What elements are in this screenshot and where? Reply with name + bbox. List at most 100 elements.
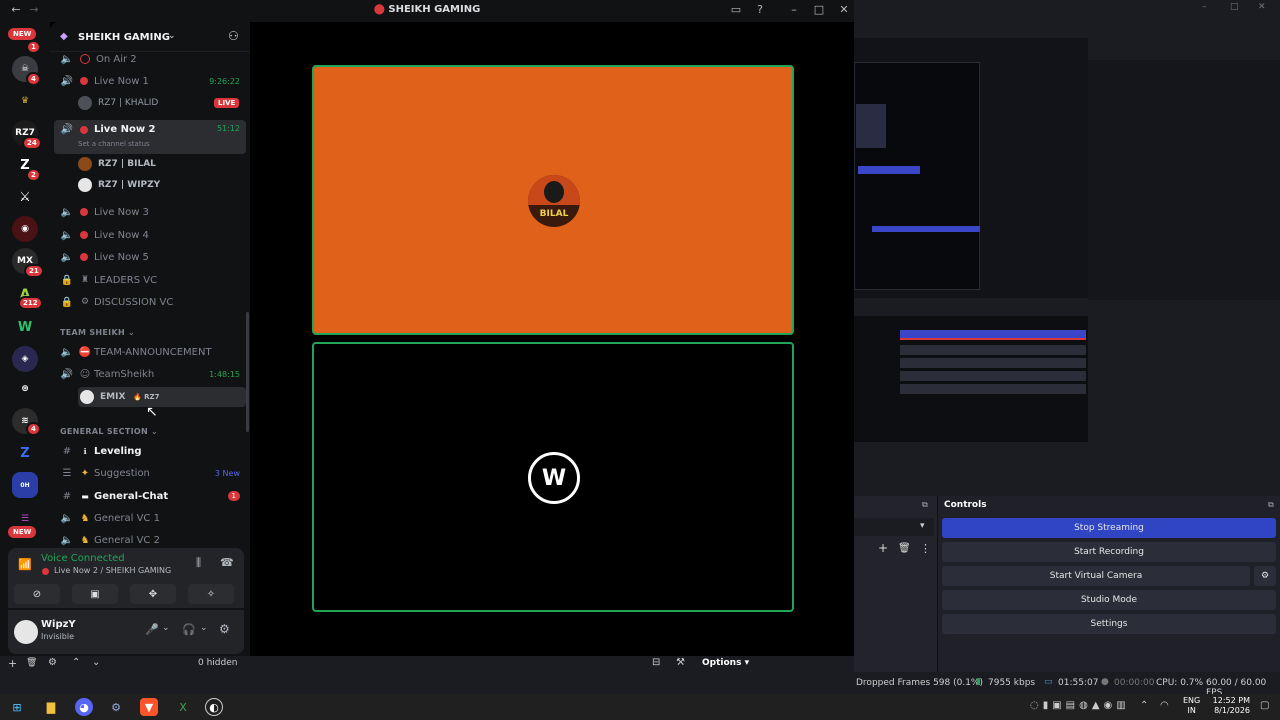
channel-live-now-2[interactable]: 🔊 Live Now 2 51:12 [54,120,246,154]
server-header[interactable]: ◆ SHEIKH GAMING ⌄ ⚇ [50,22,250,52]
category-general-section[interactable]: GENERAL SECTION ⌄ [60,427,158,436]
activities-button[interactable]: ✥ [130,584,176,604]
dock-float-icon[interactable]: ⧉ [1268,500,1274,510]
server-icon[interactable]: ♛ [12,88,38,114]
file-explorer-icon[interactable]: ▇ [42,698,60,716]
chevron-down-icon[interactable]: ⌄ [200,623,208,633]
minimize-icon[interactable]: – [786,3,802,16]
status-ring-icon [80,54,90,64]
channel-status-hint[interactable]: Set a channel status [78,140,150,148]
add-member-icon[interactable]: ⚇ [228,29,239,43]
screen-share-button[interactable]: ▣ [72,584,118,604]
server-icon[interactable]: 0H [12,472,38,498]
settings-button[interactable]: Settings [942,614,1276,634]
member-row[interactable]: EMIX 🔥 RZ7 [78,387,246,407]
start-recording-button[interactable]: Start Recording [942,542,1276,562]
channel-suggestion[interactable]: ☰ ✦ Suggestion 3 New [54,463,246,483]
more-icon[interactable]: ⋮ [920,542,931,555]
channel-live-now-4[interactable]: 🔈 Live Now 4 [54,225,246,245]
channel-team-announcement[interactable]: 🔈 ⛔ TEAM-ANNOUNCEMENT [54,342,246,362]
voice-subtitle[interactable]: Live Now 2 / SHEIKH GAMING [54,566,171,575]
maximize-icon[interactable]: □ [811,3,827,16]
channel-live-now-5[interactable]: 🔈 Live Now 5 [54,247,246,267]
options-button[interactable]: Options ▾ [702,658,749,668]
server-icon[interactable]: ◉ [12,216,38,242]
nested-stop-streaming [900,330,1086,340]
server-icon[interactable]: ⊛ [12,376,38,402]
date: 8/1/2026 [1214,706,1250,715]
close-icon[interactable]: ✕ [836,3,852,16]
channel-general-chat[interactable]: # ▬ General-Chat 1 [54,486,246,506]
tray-icons[interactable]: ◌▮▣▤◍▲◉▥ [1030,700,1130,711]
category-team-sheikh[interactable]: TEAM SHEIKH ⌄ [60,328,135,337]
obs-icon[interactable]: ◐ [205,698,223,716]
controls-title: Controls [944,500,987,510]
chevron-down-icon[interactable]: ⌄ [162,623,170,633]
discord-app-icon[interactable]: ◕ [75,698,93,716]
scrollbar[interactable] [246,312,249,432]
clock[interactable]: 12:52 PM 8/1/2026 [1206,696,1250,716]
trash-icon[interactable]: 🗑 [898,543,911,554]
start-virtual-camera-button[interactable]: Start Virtual Camera [942,566,1250,586]
steam-icon[interactable]: ⚙ [107,698,125,716]
layout-icon[interactable]: ⊟ [652,657,660,668]
channel-leaders-vc[interactable]: 🔒 ♜ LEADERS VC [54,270,246,290]
video-tile-wipzy[interactable]: W [312,342,794,612]
add-icon[interactable]: + [878,541,888,555]
inbox-icon[interactable]: ▭ [728,3,744,16]
language-indicator[interactable]: ENG IN [1183,696,1200,716]
channel-on-air-2[interactable]: 🔈 On Air 2 [54,49,246,69]
video-tile-bilal[interactable]: BILAL [312,65,794,335]
gear-icon: ⚙ [1260,571,1270,581]
channel-leveling[interactable]: # ℹ Leveling [54,441,246,461]
lock-icon: 🔒 [60,274,74,286]
wifi-icon[interactable]: ◠ [1160,700,1169,711]
channel-label: TEAM-ANNOUNCEMENT [94,346,212,358]
server-icon[interactable]: Z [12,440,38,466]
region-code: IN [1187,706,1196,715]
server-icon[interactable]: W [12,314,38,340]
channel-discussion-vc[interactable]: 🔒 ⚙ DISCUSSION VC [54,292,246,312]
trash-icon[interactable]: 🗑 [26,658,37,668]
maximize-icon[interactable]: □ [1230,2,1239,12]
member-row[interactable]: RZ7 | WIPZY [78,175,160,195]
gear-icon[interactable]: ⚙ [48,657,57,668]
app-icon[interactable]: X [174,698,192,716]
disconnect-icon[interactable]: ☎ [220,556,234,569]
settings-gear-icon[interactable]: ⚙ [219,622,230,636]
soundboard-button[interactable]: ✧ [188,584,234,604]
camera-button[interactable]: ⊘ [14,584,60,604]
windows-start-icon[interactable]: ⊞ [8,698,26,716]
server-icon[interactable]: ◈ [12,346,38,372]
channel-general-vc-1[interactable]: 🔈 ♞ General VC 1 [54,508,246,528]
member-row[interactable]: RZ7 | KHALID [78,93,158,113]
dock-float-icon[interactable]: ⧉ [922,500,928,510]
tools-icon[interactable]: ⚒ [676,657,685,668]
studio-mode-button[interactable]: Studio Mode [942,590,1276,610]
minimize-icon[interactable]: – [1202,2,1207,12]
channel-general-vc-2[interactable]: 🔈 ♞ General VC 2 [54,530,246,550]
chevron-up-icon[interactable]: ⌃ [72,657,80,668]
notification-icon[interactable]: ▢ [1260,700,1269,711]
user-panel: WipzY Invisible 🎤 ⌄ 🎧 ⌄ ⚙ [8,610,244,654]
member-row[interactable]: RZ7 | BILAL [78,154,156,174]
channel-label: Live Now 3 [94,206,149,218]
channel-live-now-1[interactable]: 🔊 Live Now 1 9:26:22 [54,71,246,91]
chevron-down-icon[interactable]: ▾ [920,521,925,531]
channel-live-now-3[interactable]: 🔈 Live Now 3 [54,202,246,222]
channel-teamsheikh[interactable]: 🔊 ☺ TeamSheikh 1:48:15 [54,364,246,384]
chevron-down-icon[interactable]: ⌄ [92,657,100,668]
help-icon[interactable]: ? [752,3,768,16]
server-icon[interactable]: ⚔ [12,184,38,210]
microphone-icon[interactable]: 🎤 [145,623,159,636]
close-icon[interactable]: ✕ [1258,2,1266,12]
stop-streaming-button[interactable]: Stop Streaming [942,518,1276,538]
tray-expand-icon[interactable]: ⌃ [1140,700,1148,711]
add-icon[interactable]: + [8,657,17,670]
avatar[interactable] [14,620,38,644]
headphones-icon[interactable]: 🎧 [182,623,196,636]
virtual-camera-settings-button[interactable]: ⚙ [1254,566,1276,586]
brave-icon[interactable]: ▼ [140,698,158,716]
noise-suppression-icon[interactable]: ⫼ [196,556,201,570]
people-icon: ☺ [79,368,91,380]
